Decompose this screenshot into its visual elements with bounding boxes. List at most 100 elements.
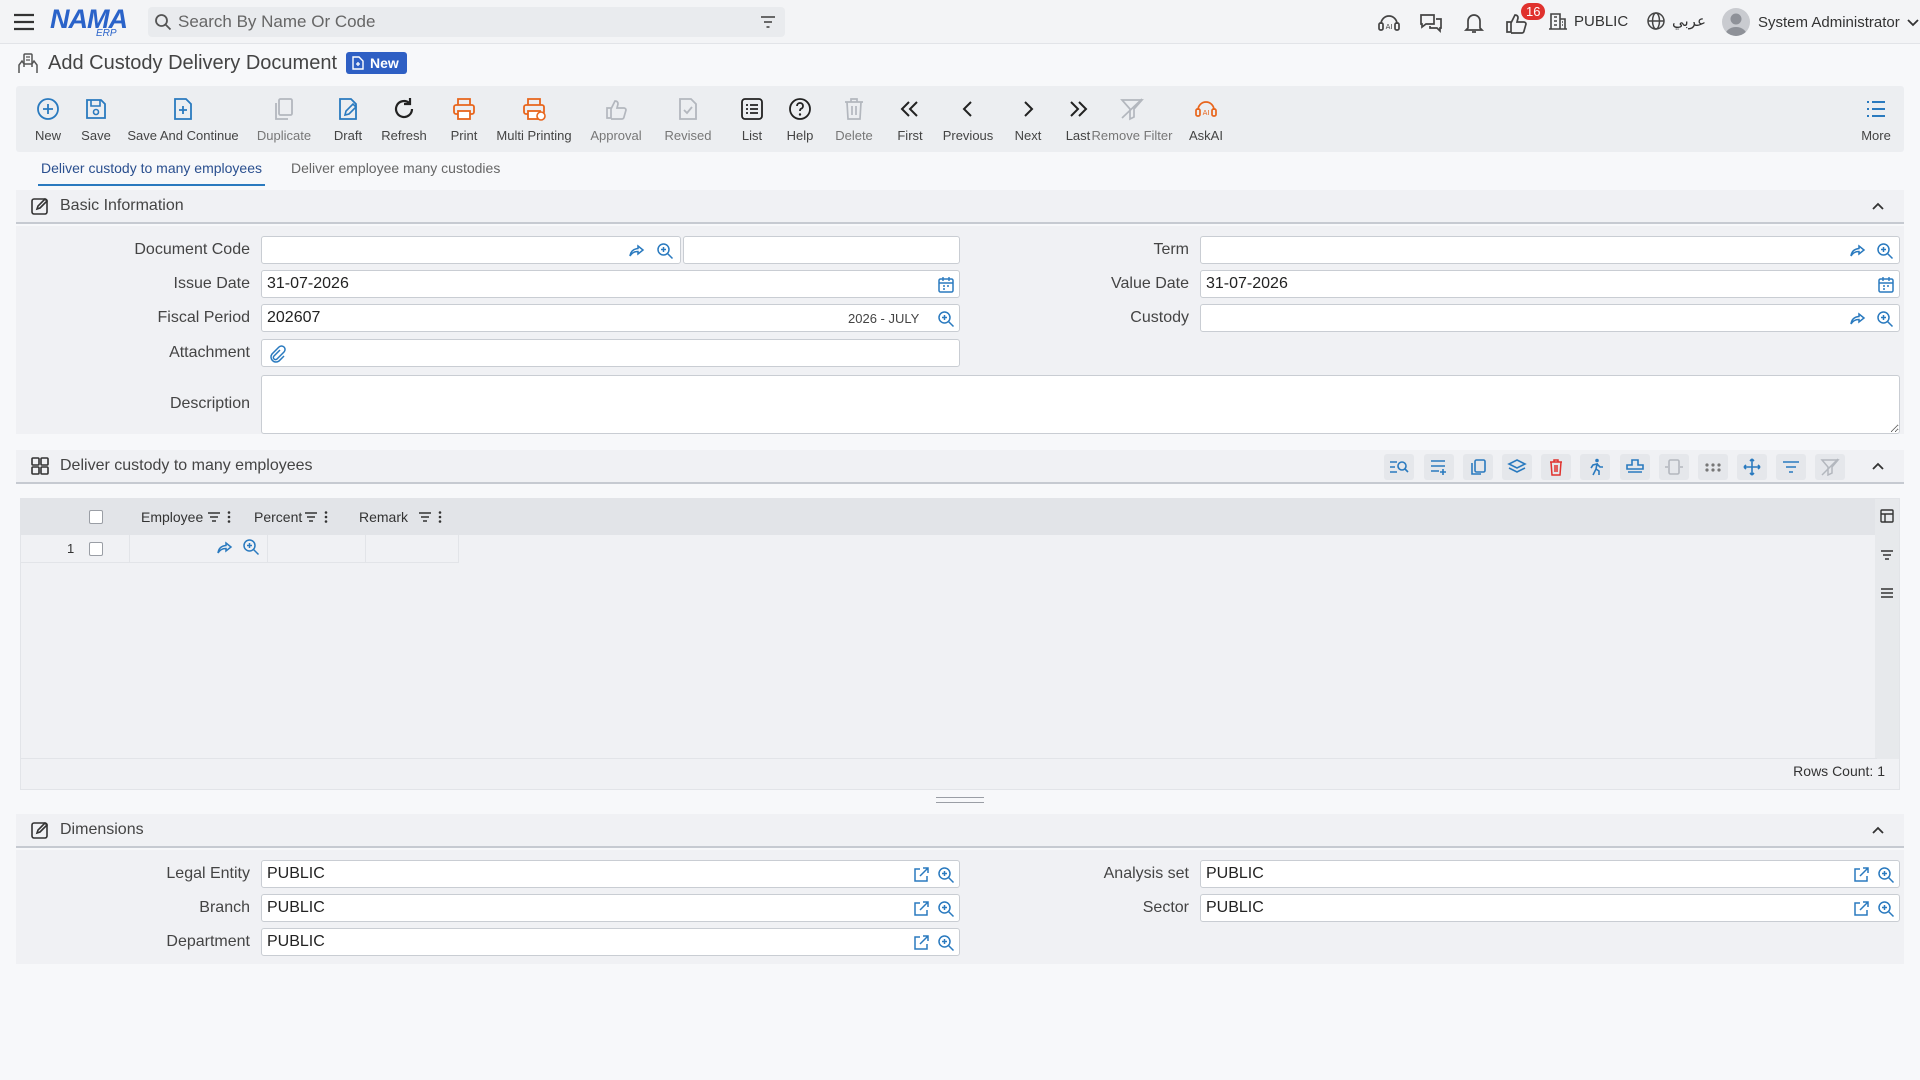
search-plus-icon[interactable] xyxy=(1877,866,1895,884)
external-link-icon[interactable] xyxy=(1852,866,1870,884)
menu-icon[interactable] xyxy=(12,10,36,34)
column-menu-icon[interactable] xyxy=(438,510,442,524)
column-percent[interactable]: Percent xyxy=(254,509,328,525)
filter-icon[interactable] xyxy=(759,13,777,31)
search-plus-icon[interactable] xyxy=(242,538,260,556)
document-code-field[interactable] xyxy=(261,236,681,264)
ai-assistant-icon[interactable]: AI xyxy=(1376,10,1402,36)
search-plus-icon[interactable] xyxy=(1877,900,1895,918)
print-button[interactable]: Print xyxy=(444,86,484,152)
filter-panel-icon[interactable] xyxy=(1880,548,1894,562)
search-plus-icon[interactable] xyxy=(656,242,674,260)
search-list-icon[interactable] xyxy=(1384,454,1414,480)
search-plus-icon[interactable] xyxy=(1876,242,1894,260)
app-logo[interactable]: NAMA ERP xyxy=(50,4,132,39)
analysis-set-field[interactable]: PUBLIC xyxy=(1200,860,1900,888)
search-plus-icon[interactable] xyxy=(937,934,955,952)
dots-grid-icon[interactable] xyxy=(1698,454,1728,480)
copy-row-icon[interactable] xyxy=(1463,454,1493,480)
filter-lines-icon[interactable] xyxy=(1776,454,1806,480)
external-link-icon[interactable] xyxy=(912,866,930,884)
chevron-up-icon[interactable] xyxy=(1870,459,1886,475)
layers-icon[interactable] xyxy=(1502,454,1532,480)
search-input[interactable] xyxy=(178,11,738,33)
company-selector[interactable]: PUBLIC xyxy=(1548,11,1628,31)
stamp-icon[interactable] xyxy=(1620,454,1650,480)
column-menu-icon[interactable] xyxy=(227,510,231,524)
fiscal-period-field[interactable]: 202607 2026 - JULY xyxy=(261,304,960,332)
remove-filter-button[interactable]: Remove Filter xyxy=(1092,86,1172,152)
askai-button[interactable]: AI AskAI xyxy=(1186,86,1226,152)
search-plus-icon[interactable] xyxy=(937,310,955,328)
external-link-icon[interactable] xyxy=(912,934,930,952)
column-employee[interactable]: Employee xyxy=(141,509,231,525)
menu-lines-icon[interactable] xyxy=(1880,586,1894,600)
refresh-button[interactable]: Refresh xyxy=(380,86,428,152)
approval-button[interactable]: Approval xyxy=(588,86,644,152)
column-filter-icon[interactable] xyxy=(304,510,318,524)
calendar-icon[interactable] xyxy=(1877,276,1895,294)
new-button[interactable]: New xyxy=(28,86,68,152)
share-arrow-icon[interactable] xyxy=(216,539,234,557)
first-button[interactable]: First xyxy=(890,86,930,152)
column-filter-icon[interactable] xyxy=(418,510,432,524)
chevron-up-icon[interactable] xyxy=(1870,823,1886,839)
draft-button[interactable]: Draft xyxy=(328,86,368,152)
row-checkbox[interactable] xyxy=(89,542,103,556)
chat-icon[interactable] xyxy=(1418,10,1444,36)
help-button[interactable]: Help xyxy=(780,86,820,152)
columns-panel-icon[interactable] xyxy=(1880,509,1894,523)
resize-handle[interactable] xyxy=(936,797,984,803)
search-plus-icon[interactable] xyxy=(937,900,955,918)
share-arrow-icon[interactable] xyxy=(1849,242,1867,260)
branch-field[interactable]: PUBLIC xyxy=(261,894,960,922)
user-menu[interactable]: System Administrator xyxy=(1722,8,1920,36)
select-all-checkbox[interactable] xyxy=(89,510,103,524)
column-menu-icon[interactable] xyxy=(324,510,328,524)
share-arrow-icon[interactable] xyxy=(1849,310,1867,328)
language-selector[interactable]: عربي xyxy=(1646,11,1706,31)
remark-cell[interactable] xyxy=(365,535,459,562)
next-button[interactable]: Next xyxy=(1008,86,1048,152)
delete-row-icon[interactable] xyxy=(1541,454,1571,480)
percent-cell[interactable] xyxy=(267,535,365,562)
paperclip-icon[interactable] xyxy=(268,345,286,363)
expand-columns-icon[interactable] xyxy=(1659,454,1689,480)
basic-information-header[interactable]: Basic Information xyxy=(16,190,1904,224)
table-row[interactable]: 1 xyxy=(21,535,459,563)
add-row-icon[interactable] xyxy=(1424,454,1454,480)
move-icon[interactable] xyxy=(1737,454,1767,480)
term-field[interactable] xyxy=(1200,236,1900,264)
column-remark[interactable]: Remark xyxy=(359,509,442,525)
notification-bell-icon[interactable] xyxy=(1461,10,1487,36)
multi-printing-button[interactable]: Multi Printing xyxy=(496,86,572,152)
legal-entity-field[interactable]: PUBLIC xyxy=(261,860,960,888)
external-link-icon[interactable] xyxy=(912,900,930,918)
value-date-field[interactable]: 31-07-2026 xyxy=(1200,270,1900,298)
more-button[interactable]: More xyxy=(1856,86,1896,152)
list-button[interactable]: List xyxy=(732,86,772,152)
tab-deliver-custody-to-many-employees[interactable]: Deliver custody to many employees xyxy=(38,160,265,186)
chevron-up-icon[interactable] xyxy=(1870,199,1886,215)
description-textarea[interactable] xyxy=(261,375,1900,434)
issue-date-field[interactable]: 31-07-2026 xyxy=(261,270,960,298)
previous-button[interactable]: Previous xyxy=(942,86,994,152)
column-filter-icon[interactable] xyxy=(207,510,221,524)
document-code-name-field[interactable] xyxy=(683,236,960,264)
save-and-continue-button[interactable]: Save And Continue xyxy=(127,86,239,152)
tab-deliver-employee-many-custodies[interactable]: Deliver employee many custodies xyxy=(291,160,500,186)
search-plus-icon[interactable] xyxy=(1876,310,1894,328)
employee-cell[interactable] xyxy=(129,535,267,562)
revised-button[interactable]: Revised xyxy=(660,86,716,152)
calendar-icon[interactable] xyxy=(937,276,955,294)
external-link-icon[interactable] xyxy=(1852,900,1870,918)
duplicate-button[interactable]: Duplicate xyxy=(256,86,312,152)
department-field[interactable]: PUBLIC xyxy=(261,928,960,956)
running-person-icon[interactable] xyxy=(1580,454,1610,480)
sector-field[interactable]: PUBLIC xyxy=(1200,894,1900,922)
search-plus-icon[interactable] xyxy=(937,866,955,884)
attachment-field[interactable] xyxy=(261,339,960,367)
save-button[interactable]: Save xyxy=(76,86,116,152)
filter-off-icon[interactable] xyxy=(1815,454,1845,480)
dimensions-header[interactable]: Dimensions xyxy=(16,814,1904,848)
